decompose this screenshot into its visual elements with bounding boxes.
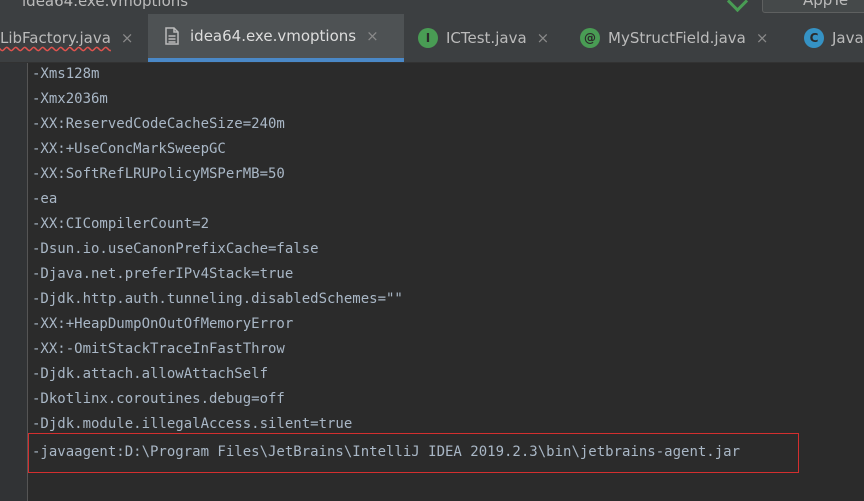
window-title: idea64.exe.vmoptions <box>22 0 189 10</box>
run-configuration-label: AppTe <box>803 0 849 9</box>
tab-mystructfield[interactable]: @ MyStructField.java × <box>566 14 790 62</box>
editor-gutter <box>0 63 28 501</box>
code-line[interactable]: -Djdk.module.illegalAccess.silent=true <box>32 413 352 435</box>
tab-libfactory[interactable]: LibFactory.java × <box>0 14 144 62</box>
code-line[interactable]: -Dsun.io.useCanonPrefixCache=false <box>32 238 319 260</box>
tab-label: MyStructField.java <box>608 29 746 47</box>
interface-icon: I <box>418 28 438 48</box>
code-editor[interactable]: -Xms128m -Xmx2036m -XX:ReservedCodeCache… <box>28 63 864 501</box>
editor-tab-bar: LibFactory.java × idea64.exe.vmoptions ×… <box>0 14 864 63</box>
file-icon <box>162 26 182 46</box>
code-line[interactable]: -XX:ReservedCodeCacheSize=240m <box>32 113 285 135</box>
close-icon[interactable]: × <box>756 29 769 47</box>
code-line[interactable]: -Xmx2036m <box>32 88 108 110</box>
code-line[interactable]: -XX:+HeapDumpOnOutOfMemoryError <box>32 313 293 335</box>
close-icon[interactable]: × <box>366 27 379 45</box>
code-line[interactable]: -javaagent:D:\Program Files\JetBrains\In… <box>32 441 740 463</box>
annotation-icon: @ <box>580 28 600 48</box>
tab-ictest[interactable]: I ICTest.java × <box>404 14 566 62</box>
class-icon: C <box>804 28 824 48</box>
code-line[interactable]: -Djava.net.preferIPv4Stack=true <box>32 263 293 285</box>
tab-java[interactable]: C Java <box>790 14 864 62</box>
code-line[interactable]: -ea <box>32 188 57 210</box>
code-line[interactable]: -Djdk.attach.allowAttachSelf <box>32 363 268 385</box>
code-line[interactable]: -XX:+UseConcMarkSweepGC <box>32 138 226 160</box>
tab-label: Java <box>832 29 864 47</box>
close-icon[interactable]: × <box>537 29 550 47</box>
code-line[interactable]: -XX:CICompilerCount=2 <box>32 213 209 235</box>
tab-label: ICTest.java <box>446 29 527 47</box>
code-line[interactable]: -Xms128m <box>32 63 99 85</box>
build-icon[interactable] <box>726 0 749 13</box>
code-line[interactable]: -Dkotlinx.coroutines.debug=off <box>32 388 285 410</box>
tab-idea64-vmoptions[interactable]: idea64.exe.vmoptions × <box>148 14 404 62</box>
close-icon[interactable]: × <box>121 29 134 47</box>
code-line[interactable]: -XX:-OmitStackTraceInFastThrow <box>32 338 285 360</box>
tab-label: LibFactory.java <box>0 29 111 47</box>
code-line[interactable]: -XX:SoftRefLRUPolicyMSPerMB=50 <box>32 163 285 185</box>
run-configuration-selector[interactable]: AppTe <box>762 0 864 13</box>
tab-label: idea64.exe.vmoptions <box>190 27 357 45</box>
code-line[interactable]: -Djdk.http.auth.tunneling.disabledScheme… <box>32 288 403 310</box>
title-bar: idea64.exe.vmoptions AppTe <box>0 0 864 14</box>
